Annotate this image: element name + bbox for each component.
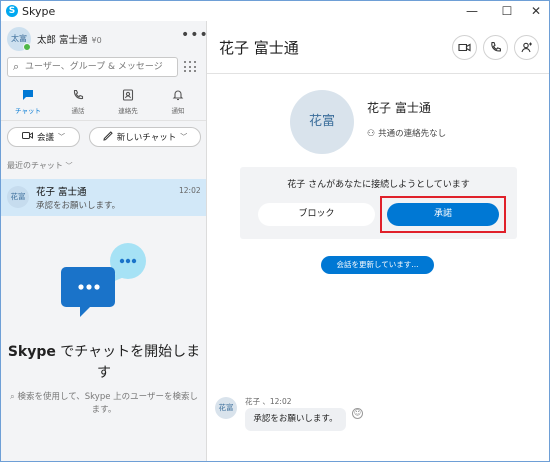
chat-icon xyxy=(3,89,53,103)
video-meet-icon xyxy=(21,131,33,143)
tab-contacts-label: 連絡先 xyxy=(118,107,138,115)
meet-now-label: 会議 xyxy=(36,133,54,143)
compose-icon xyxy=(103,130,113,144)
empty-state-title-text: でチャットを開始します xyxy=(55,344,201,381)
my-profile-name[interactable]: 太郎 富士通 ¥0 xyxy=(37,32,102,46)
bell-icon xyxy=(153,89,203,103)
online-status-dot xyxy=(23,43,31,51)
title-bar: S Skype — ☐ ✕ xyxy=(1,1,549,21)
sidebar: 太富 太郎 富士通¥0 ••• ⌕ チャット 通話 xyxy=(1,21,209,461)
empty-state-text: 検索を使用して、Skype 上のユーザーを検索します。 xyxy=(17,392,198,415)
contact-request-panel: 花子 さんがあなたに接続しようとしています ブロック 承諾 xyxy=(240,167,517,239)
video-camera-icon xyxy=(458,43,471,52)
conversation-pane: 花子 富士通 花富 花子 富士通 ⚇ 共通の連絡先なし 花子 さんがあなたに接続し… xyxy=(207,21,549,461)
tab-contacts[interactable]: 連絡先 xyxy=(103,85,153,119)
empty-state-description: ⌕ 検索を使用して、Skype 上のユーザーを検索します。 xyxy=(9,391,199,417)
maximize-button[interactable]: ☐ xyxy=(492,1,522,21)
empty-state-title: Skype でチャットを開始します xyxy=(5,342,203,384)
chat-time: 12:02 xyxy=(179,186,201,195)
add-person-icon xyxy=(521,42,532,53)
message-sender-avatar[interactable]: 花富 xyxy=(215,397,237,419)
people-icon: ⚇ xyxy=(367,129,376,139)
header-divider xyxy=(207,73,549,74)
dialpad-icon[interactable] xyxy=(181,59,197,75)
minimize-button[interactable]: — xyxy=(457,1,487,21)
conversation-title[interactable]: 花子 富士通 xyxy=(219,37,299,58)
mutual-contacts-label: 共通の連絡先なし xyxy=(378,129,447,139)
skype-window: S Skype — ☐ ✕ 太富 太郎 富士通¥0 ••• ⌕ チャット xyxy=(0,0,550,462)
new-chat-label: 新しいチャット xyxy=(116,133,177,143)
contact-request-text: 花子 さんがあなたに接続しようとしています xyxy=(287,180,470,190)
chat-contact-name: 花子 富士通 xyxy=(36,187,87,198)
audio-call-button[interactable] xyxy=(483,35,508,60)
meet-now-button[interactable]: 会議 ﹀ xyxy=(7,127,80,147)
profile-name: 花子 富士通 xyxy=(367,101,431,115)
tab-chat[interactable]: チャット xyxy=(3,85,53,119)
close-button[interactable]: ✕ xyxy=(521,1,549,21)
chat-bubbles-illustration xyxy=(61,243,146,317)
chat-preview: 承認をお願いします。 xyxy=(36,201,121,211)
smiley-reaction-icon[interactable]: ☺ xyxy=(352,408,363,419)
recent-chats-header[interactable]: 最近のチャット ﹀ xyxy=(7,160,72,171)
search-box[interactable]: ⌕ xyxy=(7,57,178,77)
tab-chat-label: チャット xyxy=(15,107,41,115)
search-icon: ⌕ xyxy=(10,392,15,402)
phone-icon xyxy=(491,41,501,52)
message-bubble[interactable]: 承認をお願いします。 xyxy=(245,408,346,431)
skype-logo-icon: S xyxy=(6,5,18,17)
more-options-button[interactable]: ••• xyxy=(181,27,209,43)
tab-notifications[interactable]: 通知 xyxy=(153,85,203,119)
accept-highlight-frame: 承諾 xyxy=(380,196,506,233)
chevron-down-icon: ﹀ xyxy=(180,133,188,141)
accept-button[interactable]: 承諾 xyxy=(387,203,499,226)
phone-icon xyxy=(53,89,103,103)
recent-chats-label: 最近のチャット xyxy=(7,161,63,170)
new-chat-button[interactable]: 新しいチャット ﹀ xyxy=(89,127,201,147)
video-call-button[interactable] xyxy=(452,35,477,60)
add-people-button[interactable] xyxy=(514,35,539,60)
message-meta: 花子 、12:02 xyxy=(245,397,292,406)
contacts-icon xyxy=(103,89,153,103)
chevron-down-icon: ﹀ xyxy=(65,162,73,170)
sidebar-divider xyxy=(1,120,206,121)
skype-credit: ¥0 xyxy=(91,36,102,45)
search-icon: ⌕ xyxy=(13,60,20,73)
updating-conversation-notice: 会話を更新しています... xyxy=(321,256,434,274)
contact-avatar: 花富 xyxy=(7,186,29,208)
mutual-contacts: ⚇ 共通の連絡先なし xyxy=(367,127,446,139)
window-title: Skype xyxy=(22,5,56,18)
profile-avatar[interactable]: 花富 xyxy=(290,90,354,154)
block-button[interactable]: ブロック xyxy=(258,203,375,226)
my-name: 太郎 富士通 xyxy=(37,35,88,46)
search-input[interactable] xyxy=(25,60,175,74)
nav-tabs: チャット 通話 連絡先 通知 xyxy=(1,85,206,119)
tab-notifications-label: 通知 xyxy=(171,107,185,115)
empty-state-brand: Skype xyxy=(7,344,56,360)
tab-calls-label: 通話 xyxy=(71,107,85,115)
chat-list-item[interactable]: 花富 花子 富士通 承認をお願いします。 12:02 xyxy=(1,179,206,216)
chevron-down-icon: ﹀ xyxy=(58,133,65,141)
tab-calls[interactable]: 通話 xyxy=(53,85,103,119)
